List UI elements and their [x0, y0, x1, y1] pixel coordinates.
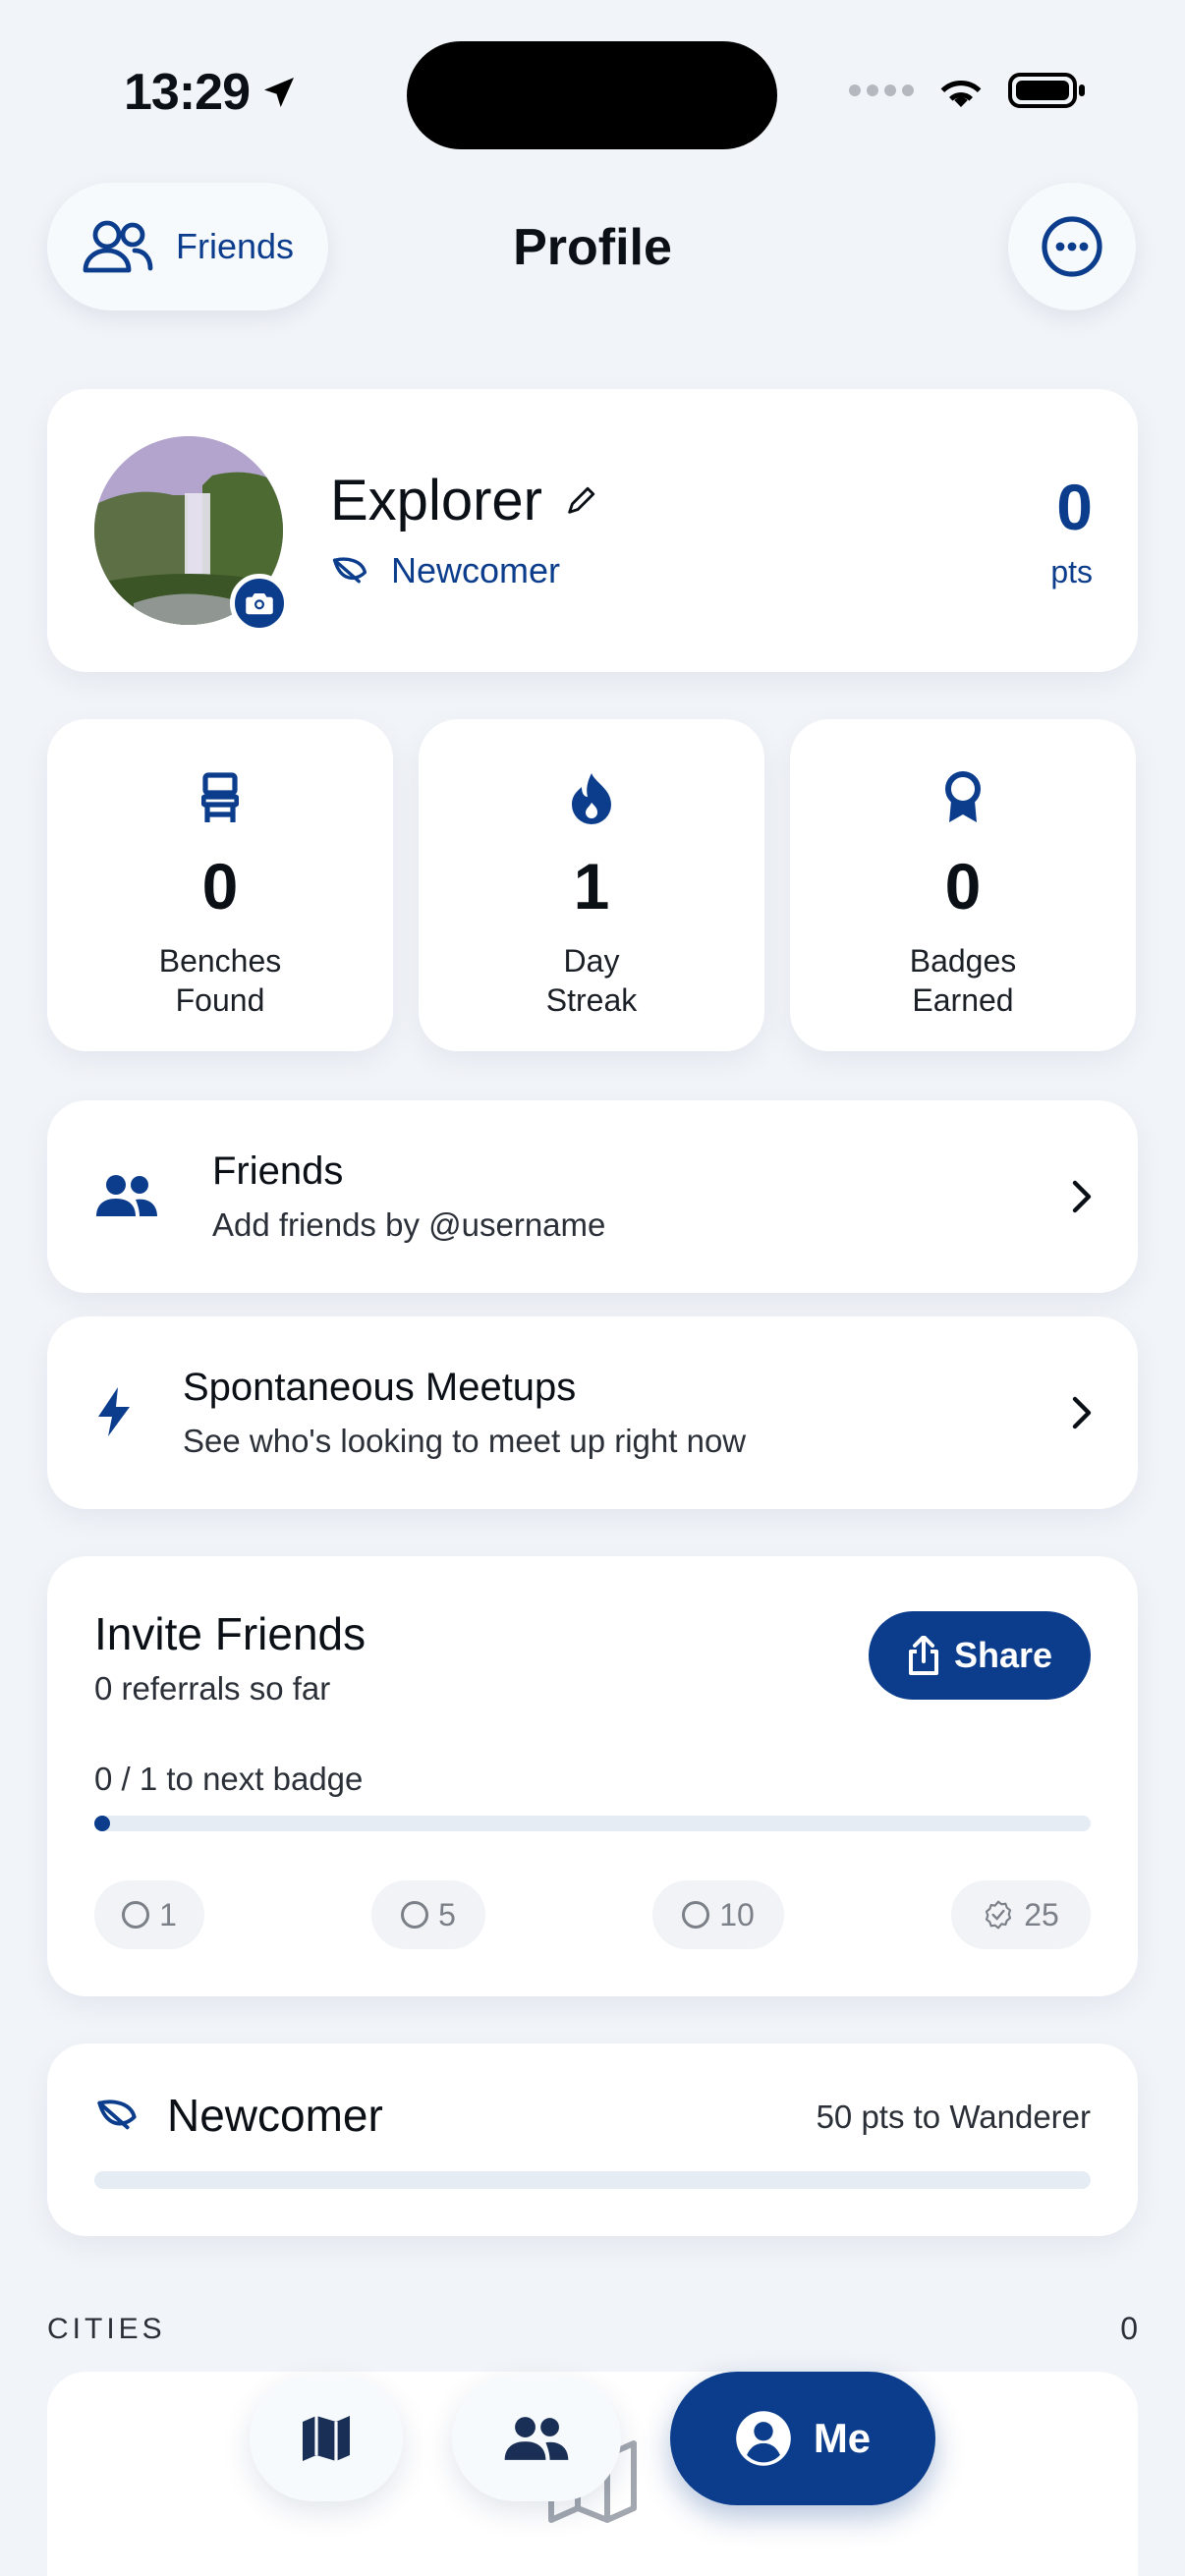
location-arrow-icon [264, 78, 294, 107]
user-rank: Newcomer [330, 550, 560, 591]
friends-row[interactable]: Friends Add friends by @username [47, 1100, 1138, 1293]
milestone-10: 10 [652, 1880, 784, 1949]
stat-value: 0 [944, 850, 982, 923]
spontaneous-meetups-row[interactable]: Spontaneous Meetups See who's looking to… [47, 1316, 1138, 1509]
stat-day-streak[interactable]: 1 Day Streak [419, 719, 764, 1051]
nav-map-button[interactable] [250, 2376, 403, 2501]
friends-row-title: Friends [212, 1149, 344, 1193]
leaf-icon [97, 2100, 137, 2130]
wifi-icon [940, 81, 982, 107]
cities-count: 0 [1120, 2311, 1138, 2346]
circle-icon [401, 1901, 429, 1929]
bench-icon [201, 772, 239, 822]
map-icon [303, 2416, 350, 2461]
verified-badge-icon [986, 1900, 1012, 1930]
stat-benches-found[interactable]: 0 Benches Found [47, 719, 393, 1051]
leaf-icon [332, 557, 367, 584]
people-icon [96, 1175, 157, 1216]
person-circle-icon [736, 2411, 791, 2466]
share-button[interactable]: Share [869, 1611, 1091, 1700]
cities-section-label: CITIES [47, 2313, 166, 2345]
battery-icon [1008, 73, 1085, 108]
stat-label: Day Streak [545, 943, 638, 1018]
user-name: Explorer [330, 468, 597, 533]
more-options-button[interactable] [1008, 183, 1136, 310]
points-unit: pts [1050, 554, 1093, 589]
edit-pencil-icon[interactable] [564, 484, 597, 518]
stat-value: 1 [573, 850, 610, 923]
milestone-1: 1 [94, 1880, 204, 1949]
next-badge-progress-text: 0 / 1 to next badge [94, 1761, 364, 1797]
nav-friends-button[interactable] [452, 2376, 621, 2501]
ellipsis-circle-icon [1042, 216, 1102, 277]
level-title: Newcomer [94, 2089, 383, 2142]
chevron-right-icon [1072, 1180, 1092, 1213]
camera-icon [246, 593, 273, 615]
stat-badges-earned[interactable]: 0 Badges Earned [790, 719, 1136, 1051]
level-progress-bar [94, 2171, 1091, 2189]
milestone-25: 25 [951, 1880, 1091, 1949]
meetups-row-subtitle: See who's looking to meet up right now [183, 1423, 747, 1459]
stat-value: 0 [201, 850, 239, 923]
status-icons [849, 71, 1087, 110]
stat-label: Badges Earned [909, 943, 1017, 1018]
stat-label: Benches Found [158, 943, 282, 1018]
chevron-right-icon [1072, 1396, 1092, 1429]
nav-me-button[interactable]: Me [670, 2372, 935, 2505]
next-level-text: 50 pts to Wanderer [816, 2099, 1091, 2135]
change-photo-button[interactable] [230, 574, 289, 633]
circle-icon [122, 1901, 150, 1929]
points-value: 0 [1056, 471, 1093, 543]
signal-dots-icon [849, 84, 914, 96]
circle-icon [682, 1901, 710, 1929]
share-icon [908, 1636, 938, 1675]
lightning-icon [98, 1387, 130, 1436]
status-time: 13:29 [124, 63, 299, 122]
ribbon-icon [945, 771, 981, 822]
friends-row-subtitle: Add friends by @username [212, 1206, 606, 1243]
dynamic-island [407, 41, 777, 149]
referral-progress-bar [94, 1816, 1091, 1831]
meetups-row-title: Spontaneous Meetups [183, 1366, 577, 1409]
flame-icon [572, 773, 611, 824]
invite-title: Invite Friends [94, 1608, 367, 1659]
people-icon [504, 2417, 569, 2460]
referral-progress-knob [94, 1816, 110, 1831]
referral-count: 0 referrals so far [94, 1670, 331, 1707]
milestone-5: 5 [371, 1880, 485, 1949]
